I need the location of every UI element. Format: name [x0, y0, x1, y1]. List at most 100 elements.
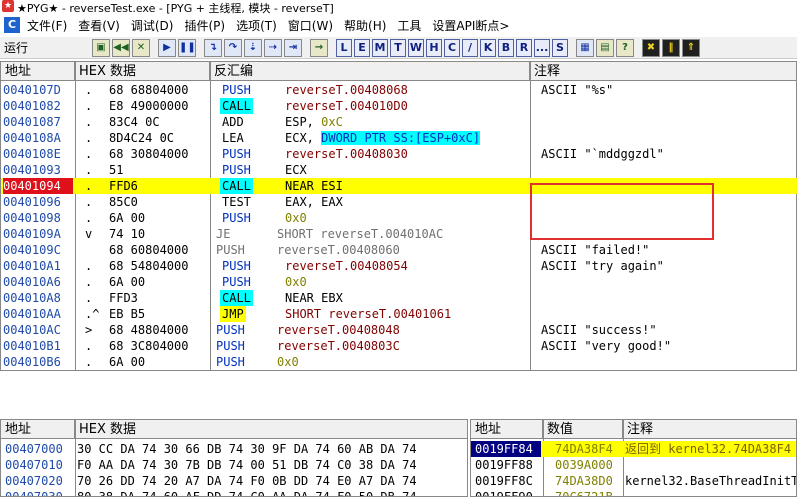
disasm-row[interactable]: 004010A8. FFD3 CALL NEAR EBX: [1, 290, 797, 306]
open-icon[interactable]: ▣: [92, 38, 110, 57]
menu-options[interactable]: 选项(T): [233, 17, 285, 34]
grid2-icon[interactable]: ▤: [596, 38, 614, 57]
column-header-disasm[interactable]: 反汇编: [210, 62, 530, 81]
handles-window-button[interactable]: H: [426, 38, 442, 57]
goto-icon[interactable]: →: [310, 38, 328, 57]
source-window-button[interactable]: S: [552, 38, 568, 57]
disasm-row[interactable]: 00401082. E8 49000000 CALL reverseT.004010D…: [1, 98, 797, 114]
step-into-icon[interactable]: ↴: [204, 38, 222, 57]
instruction-bytes: 68 3C804000: [109, 339, 189, 353]
menu-view[interactable]: 查看(V): [75, 17, 128, 34]
memory-window-button[interactable]: M: [372, 38, 388, 57]
flow-marker: .^: [85, 307, 100, 321]
instruction-address: 004010AC: [3, 323, 61, 337]
breakpoints-window-button[interactable]: B: [498, 38, 514, 57]
execute-till-return-icon[interactable]: ⇥: [284, 38, 302, 57]
windows-window-button[interactable]: W: [408, 38, 424, 57]
operand-part: 0xC: [321, 115, 343, 129]
close-debug-icon[interactable]: ✖: [642, 38, 660, 57]
instruction-address: 0040108A: [3, 131, 61, 145]
instruction-operand: SHORT reverseT.00401061: [285, 306, 451, 322]
cpu-window-button[interactable]: C: [444, 38, 460, 57]
stack-comment: kernel32.BaseThreadInitThunk: [625, 474, 797, 488]
step-over-icon[interactable]: ↷: [224, 38, 242, 57]
instruction-bytes: 85C0: [109, 195, 138, 209]
dump-header-address[interactable]: 地址: [1, 420, 75, 439]
rewind-icon[interactable]: ◀◀: [112, 38, 130, 57]
disasm-row[interactable]: 004010A6. 6A 00 PUSH 0x0: [1, 274, 797, 290]
operand-part: SHORT reverseT.00401061: [285, 307, 452, 321]
cpu-window-icon[interactable]: C: [4, 17, 20, 33]
column-header-comment[interactable]: 注释: [530, 62, 796, 81]
instruction-mnemonic: PUSH: [216, 355, 245, 369]
instruction-operand: reverseT.00408048: [277, 322, 400, 338]
log-window-button[interactable]: L: [336, 38, 352, 57]
disasm-row[interactable]: 004010AA .^ EB B5 JMP SHORT reverseT.0040106…: [1, 306, 797, 322]
dump-address: 00407010: [5, 458, 63, 472]
menu-set-api-breakpoint[interactable]: 设置API断点>: [429, 17, 517, 34]
dump-header-hex[interactable]: HEX 数据: [75, 420, 467, 439]
run-trace-window-button[interactable]: ...: [534, 38, 550, 57]
stack-row[interactable]: 0019FF84 74DA38F4 返回到 kernel32.74DA38F4: [471, 441, 796, 457]
stack-row[interactable]: 0019FF88 0039A000: [471, 457, 796, 473]
menu-plugins[interactable]: 插件(P): [181, 17, 233, 34]
references-window-button[interactable]: R: [516, 38, 532, 57]
disasm-row[interactable]: 00401087. 83C4 0C ADD ESP, 0xC: [1, 114, 797, 130]
disasm-row[interactable]: 004010AC >68 48804000 PUSH reverseT.0040804…: [1, 322, 797, 338]
disassembly-pane[interactable]: 地址 HEX 数据 反汇编 注释 0040107D. 68 68804000 PUS…: [0, 61, 797, 371]
up-debug-icon[interactable]: ⇑: [682, 38, 700, 57]
run-icon[interactable]: ▶: [158, 38, 176, 57]
pause-debug-icon[interactable]: ‖: [662, 38, 680, 57]
instruction-mnemonic: CALL: [220, 98, 253, 114]
menu-file[interactable]: 文件(F): [24, 17, 75, 34]
instruction-mnemonic: PUSH: [222, 147, 251, 161]
instruction-comment: ASCII "success!": [541, 323, 657, 337]
trace-over-icon[interactable]: ⇢: [264, 38, 282, 57]
instruction-address: 00401093: [3, 163, 61, 177]
call-stack-window-button[interactable]: K: [480, 38, 496, 57]
help-icon[interactable]: ?: [616, 38, 634, 57]
stack-row[interactable]: 0019FF8C 74DA38D0 kernel32.BaseThreadInitT…: [471, 473, 797, 489]
trace-into-icon[interactable]: ⇣: [244, 38, 262, 57]
menu-help[interactable]: 帮助(H): [341, 17, 394, 34]
pause-icon[interactable]: ❚❚: [178, 38, 196, 57]
instruction-mnemonic: PUSH: [216, 339, 245, 353]
disasm-row[interactable]: 004010A1. 68 54804000 PUSH reverseT.0040805…: [1, 258, 797, 274]
disasm-row[interactable]: 00401093. 51 PUSH ECX: [1, 162, 797, 178]
threads-window-button[interactable]: T: [390, 38, 406, 57]
stack-address: 0019FF90: [475, 490, 533, 497]
instruction-mnemonic: PUSH: [216, 323, 245, 337]
stack-header-address[interactable]: 地址: [471, 420, 543, 439]
disasm-row[interactable]: 0040109C 68 60804000 PUSH reverseT.00408060…: [1, 242, 797, 258]
flow-marker: .: [85, 115, 93, 129]
instruction-comment: ASCII "%s": [541, 83, 614, 97]
instruction-address: 00401082: [3, 99, 61, 113]
disasm-row[interactable]: 004010B6. 6A 00 PUSH 0x0: [1, 354, 797, 370]
stack-header-value[interactable]: 数值: [543, 420, 623, 439]
column-header-hex[interactable]: HEX 数据: [75, 62, 210, 81]
modules-window-button[interactable]: E: [354, 38, 370, 57]
column-header-address[interactable]: 地址: [1, 62, 75, 81]
grid-icon[interactable]: ▦: [576, 38, 594, 57]
instruction-bytes: 74 10: [109, 227, 146, 241]
disasm-row[interactable]: 0040107D. 68 68804000 PUSH reverseT.0040806…: [1, 82, 797, 98]
stack-row[interactable]: 0019FF90 70C6721B: [471, 489, 796, 497]
operand-part: DWORD PTR SS:[ESP+0xC]: [321, 131, 481, 145]
patches-window-button[interactable]: /: [462, 38, 478, 57]
close-icon[interactable]: ✕: [132, 38, 150, 57]
instruction-bytes: FFD6: [109, 179, 138, 193]
instruction-comment: ASCII "try again": [541, 259, 664, 273]
disasm-row[interactable]: 004010B1. 68 3C804000 PUSH reverseT.0040803…: [1, 338, 797, 354]
menu-debug[interactable]: 调试(D): [128, 17, 182, 34]
stack-pane[interactable]: 地址 数值 注释 0019FF84 74DA38F4 返回到 kernel32.74…: [470, 419, 797, 497]
operand-part: NEAR EBX: [285, 291, 343, 305]
disasm-row[interactable]: 0040108A. 8D4C24 0C LEA ECX, DWORD PTR SS:[…: [1, 130, 797, 146]
instruction-mnemonic: PUSH: [222, 163, 251, 177]
instruction-operand: SHORT reverseT.004010AC: [277, 226, 443, 242]
hex-dump-pane[interactable]: 地址 HEX 数据 00407000 30 CC DA 74 30 66 DB 7…: [0, 419, 468, 497]
menu-window[interactable]: 窗口(W): [285, 17, 341, 34]
flow-marker: .: [85, 99, 93, 113]
menu-tools[interactable]: 工具: [394, 17, 429, 34]
disasm-row[interactable]: 0040108E. 68 30804000 PUSH reverseT.0040803…: [1, 146, 797, 162]
stack-header-comment[interactable]: 注释: [623, 420, 796, 439]
